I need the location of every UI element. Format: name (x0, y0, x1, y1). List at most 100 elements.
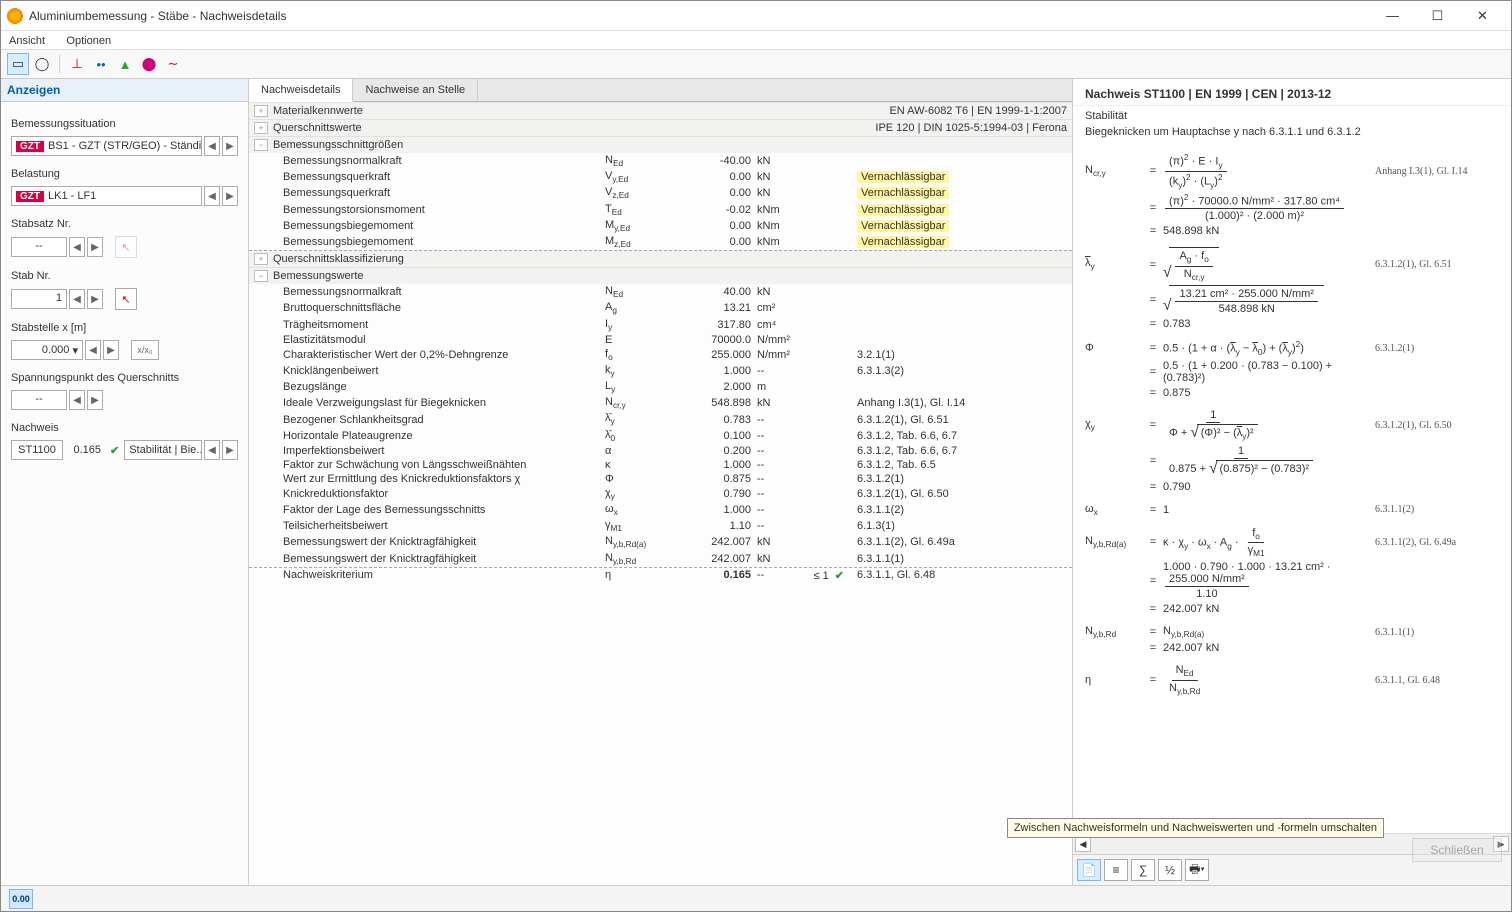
mode-values-icon[interactable]: 📄 (1077, 859, 1101, 881)
tab-at-position[interactable]: Nachweise an Stelle (353, 79, 478, 101)
design-id[interactable]: ST1100 (11, 440, 63, 460)
next-button[interactable]: ▶ (222, 186, 238, 206)
table-row: Faktor zur Schwächung von Längsschweißnä… (249, 458, 1072, 472)
table-row: Bemessungsbiegemoment My,Ed 0.00 kNm Ver… (249, 218, 1072, 234)
table-row: Bemessungsquerkraft Vz,Ed 0.00 kN Vernac… (249, 185, 1072, 201)
tool-lasso-icon[interactable]: ◯ (31, 53, 53, 75)
menu-view[interactable]: Ansicht (9, 35, 45, 47)
group-row[interactable]: +QuerschnittswerteIPE 120 | DIN 1025-5:1… (249, 119, 1072, 136)
formula-panel: Nachweis ST1100 | EN 1999 | CEN | 2013-1… (1073, 79, 1511, 885)
table-row: Charakteristischer Wert der 0,2%-Dehngre… (249, 347, 1072, 363)
next-button[interactable]: ▶ (87, 289, 103, 309)
minimize-button[interactable]: — (1370, 1, 1415, 31)
xx0-button[interactable]: x/x₀ (131, 340, 159, 360)
table-row: Imperfektionsbeiwert α 0.200 -- 6.3.1.2,… (249, 444, 1072, 458)
tab-details[interactable]: Nachweisdetails (249, 79, 353, 102)
close-dialog-button[interactable]: Schließen (1412, 838, 1502, 862)
table-row: Bemessungsnormalkraft NEd 40.00 kN (249, 284, 1072, 300)
mode-formula-icon[interactable]: ∑ (1131, 859, 1155, 881)
combo-design-situation[interactable]: GZTBS1 - GZT (STR/GEO) - Ständig ... (11, 136, 202, 156)
expand-icon[interactable]: − (254, 139, 268, 151)
maximize-button[interactable]: ☐ (1415, 1, 1460, 31)
prev-button[interactable]: ◀ (69, 237, 85, 257)
window-title: Aluminiumbemessung - Stäbe - Nachweisdet… (29, 9, 1370, 23)
next-button[interactable]: ▶ (222, 136, 238, 156)
table-row: Bemessungswert der Knicktragfähigkeit Ny… (249, 551, 1072, 567)
table-row: Teilsicherheitsbeiwert γM1 1.10 -- 6.1.3… (249, 518, 1072, 534)
input-member[interactable]: 1 (11, 289, 67, 309)
prev-button[interactable]: ◀ (69, 289, 85, 309)
combo-loading[interactable]: GZTLK1 - LF1 (11, 186, 202, 206)
table-row: Trägheitsmoment Iy 317.80 cm⁴ (249, 317, 1072, 333)
table-row: Knicklängenbeiwert ky 1.000 -- 6.3.1.3(2… (249, 363, 1072, 379)
tool-member-icon[interactable]: ⊥ (66, 53, 88, 75)
prev-button[interactable]: ◀ (204, 186, 220, 206)
unit-button[interactable]: 0.00 (9, 889, 33, 909)
pick-icon[interactable]: ↖ (115, 288, 137, 310)
prev-button[interactable]: ◀ (204, 440, 220, 460)
table-row: Elastizitätsmodul E 70000.0 N/mm² (249, 333, 1072, 347)
table-row: Bruttoquerschnittsfläche Ag 13.21 cm² (249, 300, 1072, 316)
tooltip: Zwischen Nachweisformeln und Nachweiswer… (1007, 818, 1384, 838)
criterion-row: Nachweiskriteriumη 0.165-- ≤ 1 ✔ 6.3.1.1… (249, 567, 1072, 583)
tool-diagram-icon[interactable]: ∼ (162, 53, 184, 75)
table-row: Bemessungswert der Knicktragfähigkeit Ny… (249, 534, 1072, 550)
table-row: Ideale Verzweigungslast für Biegeknicken… (249, 395, 1072, 411)
input-memberset[interactable]: -- (11, 237, 67, 257)
expand-icon[interactable]: + (254, 105, 268, 117)
input-location[interactable]: 0.000 ▾ (11, 340, 83, 360)
label-member: Stab Nr. (11, 270, 238, 282)
prev-button[interactable]: ◀ (85, 340, 101, 360)
combo-design-type[interactable]: Stabilität | Bie... ▾ (124, 440, 202, 460)
print-icon[interactable]: 🖶▾ (1185, 859, 1209, 881)
app-icon (7, 8, 23, 24)
label-stresspoint: Spannungspunkt des Querschnitts (11, 372, 238, 384)
menubar: Ansicht Optionen (1, 31, 1511, 50)
tool-results-icon[interactable]: ▲ (114, 53, 136, 75)
formula-body: Ncr,y= (π)2 · E · Iy(ky)2 · (Ly)2 Anhang… (1073, 146, 1511, 833)
label-design: Nachweis (11, 422, 238, 434)
expand-icon[interactable]: + (254, 253, 268, 265)
table-row: Faktor der Lage des Bemessungsschnitts ω… (249, 502, 1072, 518)
table-row: Wert zur Ermittlung des Knickreduktionsf… (249, 472, 1072, 486)
formula-category: Stabilität (1073, 106, 1511, 126)
group-row[interactable]: +MaterialkennwerteEN AW-6082 T6 | EN 199… (249, 102, 1072, 119)
titlebar: Aluminiumbemessung - Stäbe - Nachweisdet… (1, 1, 1511, 31)
input-stresspoint[interactable]: -- (11, 390, 67, 410)
table-row: Bemessungstorsionsmoment TEd -0.02 kNm V… (249, 202, 1072, 218)
label-loading: Belastung (11, 168, 238, 180)
panel-header: Anzeigen (1, 79, 248, 102)
detail-panel: Nachweisdetails Nachweise an Stelle +Mat… (249, 79, 1073, 885)
design-ratio: 0.165 (65, 444, 105, 456)
mode-fraction-icon[interactable]: ½ (1158, 859, 1182, 881)
group-row[interactable]: −Bemessungsschnittgrößen (249, 136, 1072, 153)
table-row: Bezugslänge Ly 2.000 m (249, 379, 1072, 395)
label-memberset: Stabsatz Nr. (11, 218, 238, 230)
next-button[interactable]: ▶ (87, 237, 103, 257)
next-button[interactable]: ▶ (103, 340, 119, 360)
menu-options[interactable]: Optionen (66, 35, 111, 47)
statusbar: 0.00 (1, 885, 1511, 911)
tool-select-icon[interactable]: ▭ (7, 53, 29, 75)
next-button[interactable]: ▶ (87, 390, 103, 410)
label-location: Stabstelle x [m] (11, 322, 238, 334)
table-row: Horizontale Plateaugrenze λ̄0 0.100 -- 6… (249, 428, 1072, 444)
next-button[interactable]: ▶ (222, 440, 238, 460)
check-icon: ✔ (110, 444, 119, 457)
table-row: Bemessungsquerkraft Vy,Ed 0.00 kN Vernac… (249, 169, 1072, 185)
prev-button[interactable]: ◀ (204, 136, 220, 156)
expand-icon[interactable]: + (254, 122, 268, 134)
table-row: Bemessungsnormalkraft NEd -40.00 kN (249, 153, 1072, 169)
toolbar: ▭ ◯ ⊥ •• ▲ ⬤ ∼ (1, 50, 1511, 79)
table-row: Knickreduktionsfaktor χy 0.790 -- 6.3.1.… (249, 486, 1072, 502)
expand-icon[interactable]: − (254, 270, 268, 282)
formula-desc: Biegeknicken um Hauptachse y nach 6.3.1.… (1073, 126, 1511, 146)
mode-list-icon[interactable]: ≡ (1104, 859, 1128, 881)
group-row[interactable]: +Querschnittsklassifizierung (249, 250, 1072, 267)
tool-nodes-icon[interactable]: •• (90, 53, 112, 75)
close-button[interactable]: ✕ (1460, 1, 1505, 31)
tool-stress-icon[interactable]: ⬤ (138, 53, 160, 75)
group-row[interactable]: −Bemessungswerte (249, 267, 1072, 284)
pick-icon[interactable]: ↖ (115, 236, 137, 258)
prev-button[interactable]: ◀ (69, 390, 85, 410)
